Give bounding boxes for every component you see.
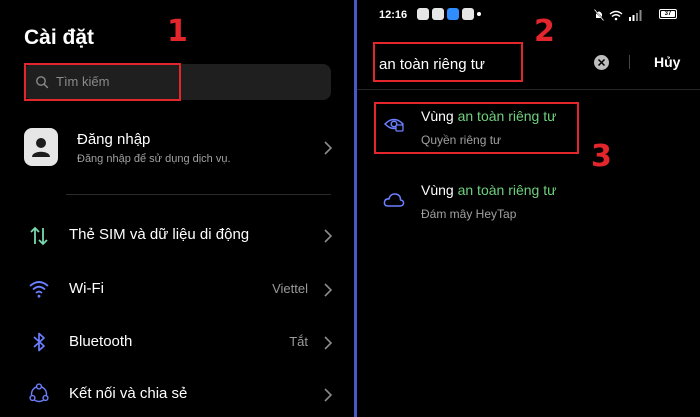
messenger-icon xyxy=(447,8,459,20)
cancel-button[interactable]: Hủy xyxy=(654,54,680,70)
status-system-icons xyxy=(594,8,642,22)
battery-icon: 37 xyxy=(659,9,677,19)
divider xyxy=(357,89,700,90)
step-3-highlight-box xyxy=(374,102,579,154)
more-dot-icon xyxy=(477,12,481,16)
close-icon xyxy=(597,58,606,67)
share-connection-icon xyxy=(29,383,49,403)
wifi-icon xyxy=(29,281,49,298)
settings-item-label: Wi-Fi xyxy=(69,280,104,297)
search-results-panel: 12:16 37 an toàn riêng tư 2 Hủy Vùng an … xyxy=(357,0,700,417)
battery-level: 37 xyxy=(661,11,675,17)
step-1-label: 1 xyxy=(167,14,188,49)
chevron-right-icon xyxy=(324,229,333,243)
step-2-highlight-box xyxy=(373,42,523,82)
settings-panel: Cài đặt 1 Tìm kiếm Đăng nhập Đăng nhập đ… xyxy=(0,0,354,417)
search-result-subtitle: Đám mây HeyTap xyxy=(421,207,517,221)
wifi-status-icon xyxy=(609,10,623,20)
sim-data-icon xyxy=(30,226,48,246)
mute-icon xyxy=(594,9,604,21)
settings-item-label: Kết nối và chia sẻ xyxy=(69,385,188,402)
notification-icons xyxy=(417,8,481,22)
settings-item-value: Viettel xyxy=(272,281,308,296)
login-title: Đăng nhập xyxy=(77,131,151,148)
divider xyxy=(629,55,630,69)
result-title-highlight: an toàn riêng tư xyxy=(457,182,557,198)
app-notification-icon xyxy=(462,8,474,20)
clear-search-button[interactable] xyxy=(594,55,609,70)
divider xyxy=(66,194,331,195)
app-notification-icon xyxy=(417,8,429,20)
user-icon xyxy=(32,138,50,157)
search-result-title: Vùng an toàn riêng tư xyxy=(421,182,556,198)
step-2-label: 2 xyxy=(534,14,555,49)
chevron-right-icon xyxy=(324,283,333,297)
settings-item-label: Bluetooth xyxy=(69,333,133,350)
login-subtitle: Đăng nhập để sử dụng dịch vụ. xyxy=(77,153,231,165)
chevron-right-icon xyxy=(324,336,333,350)
status-time: 12:16 xyxy=(379,9,408,21)
result-title-prefix: Vùng xyxy=(421,182,458,198)
chevron-right-icon xyxy=(324,141,333,155)
signal-icon xyxy=(629,9,642,21)
cloud-icon xyxy=(383,193,405,207)
avatar xyxy=(24,128,58,166)
chevron-right-icon xyxy=(324,388,333,402)
page-title: Cài đặt xyxy=(24,26,95,49)
settings-item-value: Tắt xyxy=(289,334,308,349)
app-notification-icon xyxy=(432,8,444,20)
bluetooth-icon xyxy=(33,332,45,352)
settings-item-label: Thẻ SIM và dữ liệu di động xyxy=(69,226,250,243)
step-3-label: 3 xyxy=(591,139,612,174)
step-1-highlight-box xyxy=(24,63,181,101)
